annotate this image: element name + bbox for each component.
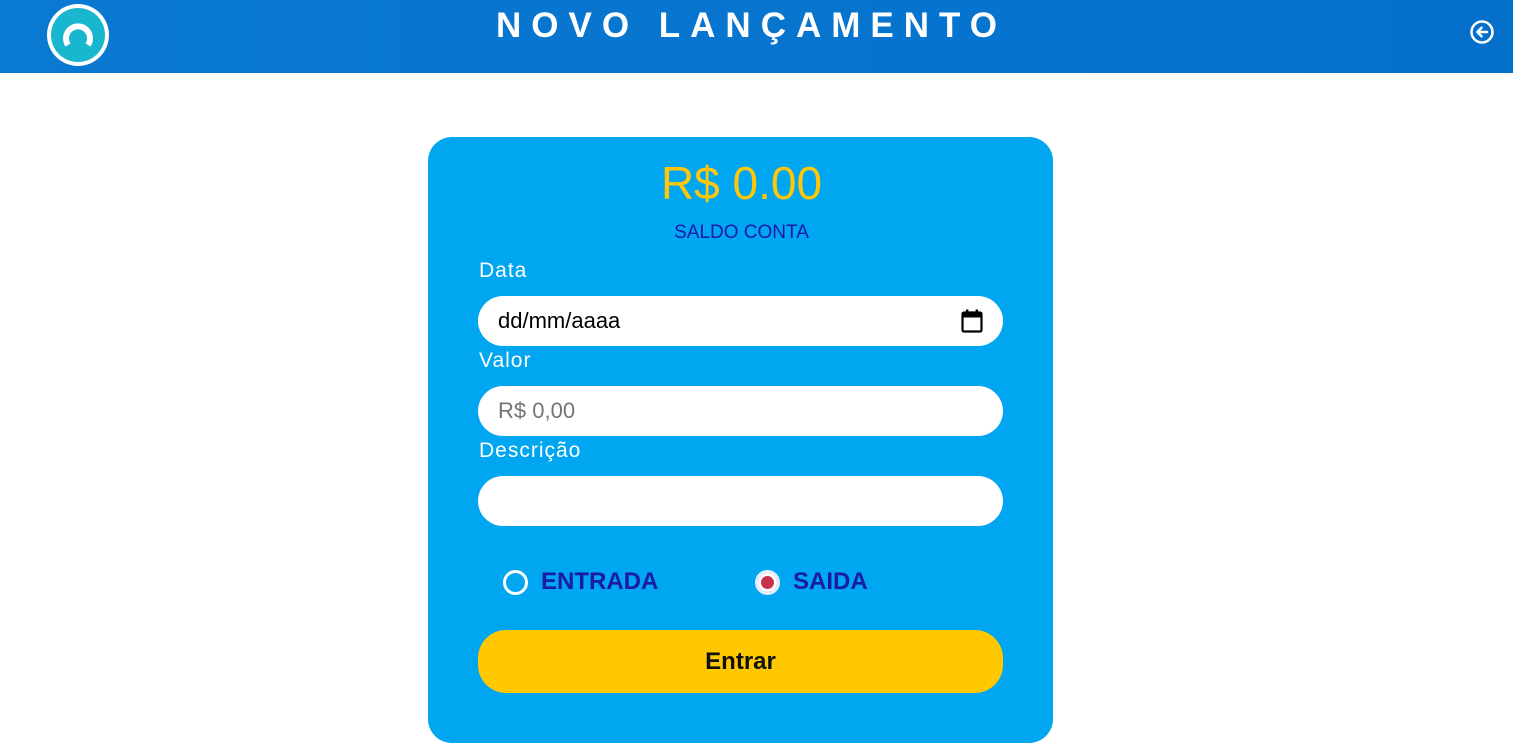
amount-field-placeholder: R$ 0,00 <box>498 398 576 423</box>
date-field[interactable]: dd/mm/aaaa <box>478 296 1003 346</box>
amount-label: Valor <box>479 349 532 372</box>
page-title: NOVO LANÇAMENTO <box>495 6 1008 45</box>
radio-saida-label[interactable]: SAIDA <box>793 568 868 596</box>
radio-entrada-label[interactable]: ENTRADA <box>541 568 658 596</box>
account-balance: R$ 0.00 <box>660 157 823 209</box>
radio-saida[interactable] <box>755 570 780 595</box>
amount-field[interactable]: R$ 0,00 <box>478 386 1003 436</box>
top-bar: NOVO LANÇAMENTO <box>0 0 1513 73</box>
date-field-value: dd/mm/aaaa <box>498 308 621 333</box>
description-label: Descrição <box>479 439 582 462</box>
description-field[interactable] <box>478 476 1003 526</box>
submit-button[interactable]: Entrar <box>478 630 1003 693</box>
account-balance-label: SALDO CONTA <box>674 222 809 243</box>
back-arrow-circle-icon[interactable] <box>1469 19 1495 45</box>
radio-entrada[interactable] <box>503 570 528 595</box>
calendar-icon[interactable] <box>961 309 983 333</box>
date-label: Data <box>479 259 528 282</box>
